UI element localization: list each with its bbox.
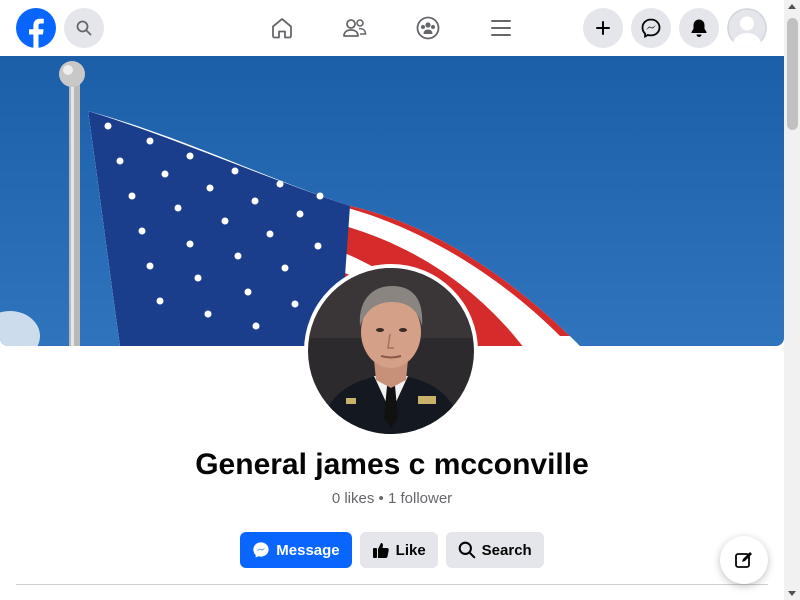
profile-name: General james c mcconville xyxy=(195,448,589,481)
message-button[interactable]: Message xyxy=(240,532,352,568)
page-scrollbar[interactable] xyxy=(784,0,800,600)
nav-groups[interactable] xyxy=(412,12,444,44)
section-divider xyxy=(16,584,768,585)
search-icon xyxy=(76,20,92,36)
facebook-logo-icon[interactable] xyxy=(16,8,56,48)
messenger-icon xyxy=(253,542,269,558)
new-message-button[interactable] xyxy=(720,536,768,584)
nav-friends[interactable] xyxy=(339,12,371,44)
search-icon xyxy=(458,541,475,559)
profile-actions: Message Like Search xyxy=(0,532,784,568)
search-button-label: Search xyxy=(481,541,532,559)
plus-icon xyxy=(596,21,610,35)
account-avatar[interactable] xyxy=(727,8,767,48)
compose-icon xyxy=(735,552,752,568)
profile-stats: 0 likes • 1 follower xyxy=(0,490,784,507)
followers-count[interactable]: 1 follower xyxy=(388,490,452,507)
scroll-down-arrow-icon[interactable] xyxy=(788,591,796,596)
like-button[interactable]: Like xyxy=(359,532,438,568)
friends-icon xyxy=(343,19,367,37)
bell-icon xyxy=(691,19,707,37)
profile-picture[interactable] xyxy=(304,264,478,438)
menu-icon xyxy=(491,20,511,36)
scrollbar-thumb[interactable] xyxy=(787,18,798,130)
likes-count[interactable]: 0 likes xyxy=(332,490,375,507)
notifications-button[interactable] xyxy=(679,8,719,48)
like-button-label: Like xyxy=(395,541,426,559)
messenger-icon xyxy=(641,18,661,38)
search-profile-button[interactable]: Search xyxy=(445,532,544,568)
home-icon xyxy=(272,18,292,39)
message-button-label: Message xyxy=(276,541,340,559)
messenger-button[interactable] xyxy=(631,8,671,48)
groups-icon xyxy=(416,16,440,40)
create-button[interactable] xyxy=(583,8,623,48)
top-navigation-bar xyxy=(0,0,784,56)
nav-menu[interactable] xyxy=(485,12,517,44)
thumbs-up-icon xyxy=(372,543,389,558)
stats-separator: • xyxy=(378,490,384,507)
default-avatar-icon xyxy=(727,8,767,48)
search-button[interactable] xyxy=(64,8,104,48)
nav-home[interactable] xyxy=(266,12,298,44)
scroll-up-arrow-icon[interactable] xyxy=(788,4,796,9)
